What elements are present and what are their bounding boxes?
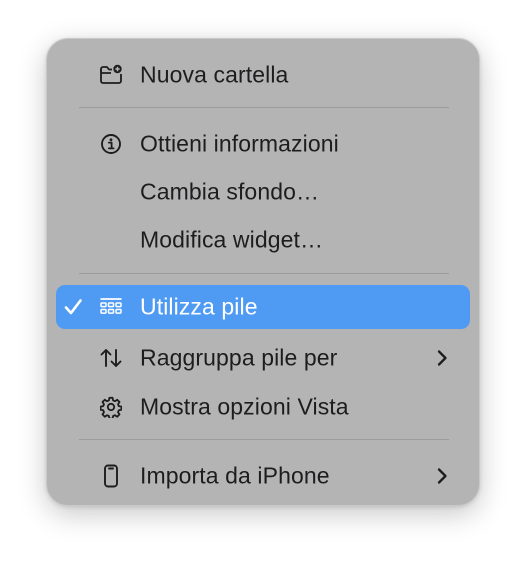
menu-item-label: Ottieni informazioni (140, 130, 339, 156)
gear-icon (99, 395, 123, 419)
stacks-grid-icon (99, 295, 123, 319)
menu-item-change-wallpaper[interactable]: Cambia sfondo… (56, 171, 470, 212)
menu-item-show-view-options[interactable]: Mostra opzioni Vista (56, 386, 470, 427)
menu-item-new-folder[interactable]: Nuova cartella (56, 54, 470, 95)
chevron-right-icon (436, 349, 448, 367)
menu-item-import-from-iphone[interactable]: Importa da iPhone (56, 455, 470, 496)
menu-item-label: Nuova cartella (140, 61, 289, 87)
menu-item-get-info[interactable]: Ottieni informazioni (56, 123, 470, 164)
desktop-context-menu: Nuova cartella Ottieni informazioni Camb… (46, 38, 480, 506)
menu-separator (79, 273, 449, 274)
menu-item-edit-widgets[interactable]: Modifica widget… (56, 219, 470, 260)
folder-plus-icon (99, 63, 123, 87)
menu-item-label: Raggruppa pile per (140, 344, 338, 370)
menu-separator (79, 439, 449, 440)
menu-item-label: Importa da iPhone (140, 462, 330, 488)
info-circle-icon (99, 132, 123, 156)
sort-arrows-icon (99, 346, 123, 370)
menu-item-use-stacks[interactable]: Utilizza pile (56, 285, 470, 329)
menu-item-group-stacks-by[interactable]: Raggruppa pile per (56, 337, 470, 378)
iphone-icon (99, 464, 123, 488)
menu-item-label: Cambia sfondo… (140, 178, 320, 204)
menu-item-label: Modifica widget… (140, 226, 324, 252)
menu-separator (79, 107, 449, 108)
menu-item-label: Mostra opzioni Vista (140, 393, 349, 419)
menu-item-label: Utilizza pile (140, 293, 258, 320)
checkmark-icon (63, 297, 83, 317)
chevron-right-icon (436, 467, 448, 485)
